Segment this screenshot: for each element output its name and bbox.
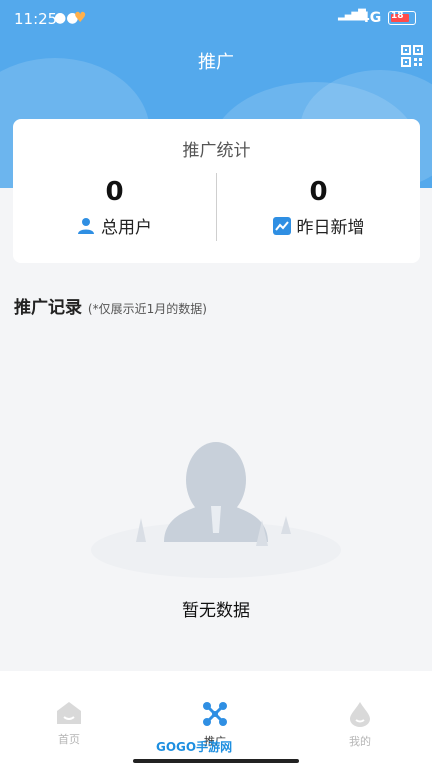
tab-home-label: 首页	[58, 733, 80, 746]
status-time: 11:25	[14, 10, 58, 28]
tab-profile-label: 我的	[349, 735, 371, 748]
tab-home[interactable]: 首页	[29, 701, 109, 747]
qr-code-icon[interactable]	[401, 45, 423, 67]
status-bar: 11:25 ●● ♥ ▂▄▆█ 4G 18	[0, 0, 432, 36]
new-yesterday-stat: 0 昨日新增	[217, 177, 420, 238]
trend-chart-icon	[272, 216, 291, 235]
watermark-logo: GOGO手游网	[156, 740, 233, 754]
empty-state-text: 暂无数据	[182, 601, 250, 621]
empty-state-illustration	[91, 442, 341, 578]
notification-icon: ♥	[74, 10, 87, 26]
total-users-stat: 0 总用户	[13, 177, 216, 238]
promotion-icon	[203, 702, 227, 726]
profile-icon	[350, 702, 370, 727]
network-type: 4G	[360, 10, 382, 26]
records-heading: 推广记录 (*仅展示近1月的数据)	[14, 293, 207, 318]
battery-icon: 18	[388, 11, 416, 25]
promotion-stats-card: 推广统计 0 总用户 0 昨日新增	[13, 119, 420, 263]
records-title: 推广记录	[14, 298, 82, 318]
home-indicator[interactable]	[133, 759, 299, 763]
total-users-value: 0	[105, 177, 124, 207]
home-icon	[57, 702, 81, 724]
user-icon	[78, 217, 94, 234]
new-yesterday-value: 0	[309, 177, 328, 207]
new-yesterday-label: 昨日新增	[296, 218, 365, 238]
page-title: 推广	[198, 52, 234, 73]
tab-profile[interactable]: 我的	[320, 701, 400, 749]
total-users-label: 总用户	[101, 218, 152, 238]
records-note: (*仅展示近1月的数据)	[87, 302, 207, 316]
stats-title: 推广统计	[182, 141, 251, 161]
battery-level: 18	[391, 11, 404, 21]
